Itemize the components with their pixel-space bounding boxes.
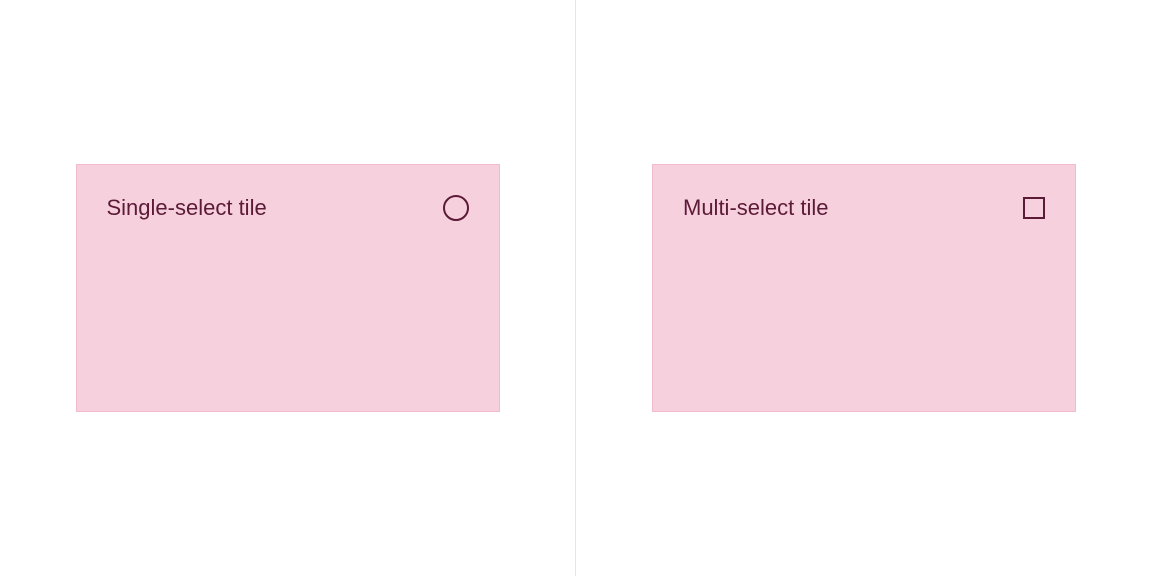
radio-icon[interactable] [443,195,469,221]
checkbox-icon[interactable] [1023,197,1045,219]
multi-select-tile[interactable]: Multi-select tile [652,164,1076,412]
multi-select-label: Multi-select tile [683,195,828,221]
tile-header: Multi-select tile [683,195,1045,221]
tile-header: Single-select tile [107,195,469,221]
single-select-label: Single-select tile [107,195,267,221]
single-select-tile[interactable]: Single-select tile [76,164,500,412]
multi-select-panel: Multi-select tile [576,0,1152,576]
single-select-panel: Single-select tile [0,0,576,576]
